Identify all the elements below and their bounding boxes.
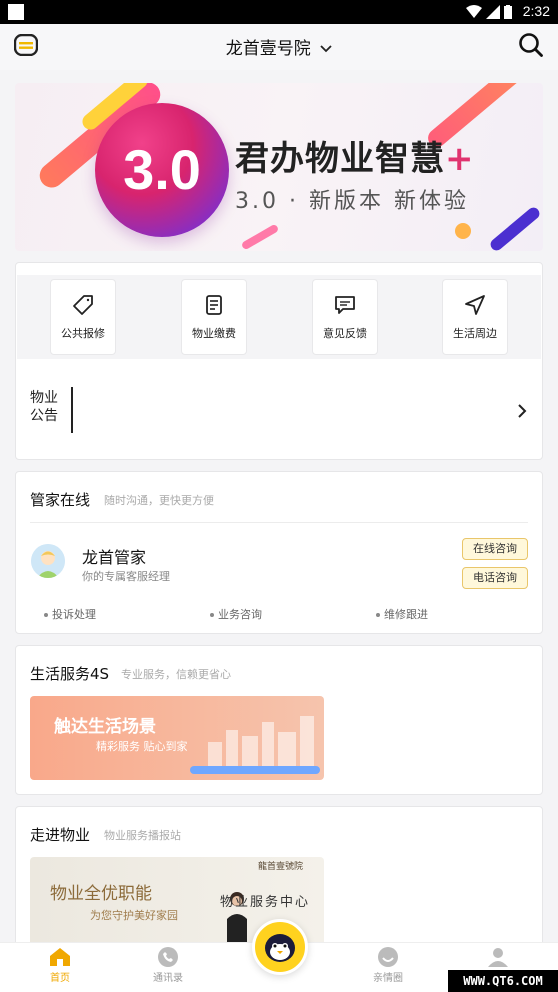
- quick-action-feedback[interactable]: 意见反馈: [312, 279, 378, 355]
- quick-action-label: 公共报修: [61, 327, 105, 340]
- tab-home[interactable]: 首页: [30, 947, 90, 984]
- tab-label: 首页: [50, 973, 70, 984]
- tab-label: 通讯录: [153, 973, 183, 984]
- center-action-button[interactable]: [252, 919, 308, 975]
- circle-icon: [378, 947, 398, 967]
- life-service-banner[interactable]: 触达生活场景 精彩服务 贴心到家: [30, 696, 324, 780]
- notice-label: 物业公告: [30, 390, 58, 424]
- quick-actions-card: 公共报修 物业缴费 意见反馈 生活周边 物业公告: [15, 262, 543, 460]
- banner-title: 触达生活场景: [54, 717, 156, 737]
- tab-contacts[interactable]: 通讯录: [138, 947, 198, 984]
- banner-title: 物业全优职能: [50, 884, 152, 904]
- notification-icon: [8, 4, 24, 20]
- section-subtitle: 专业服务，信赖更省心: [121, 668, 231, 681]
- home-icon: [50, 948, 70, 966]
- decor-phone: [190, 766, 320, 774]
- banner-subtitle: 为您守护美好家园: [90, 909, 178, 922]
- butler-name: 龙首管家: [82, 548, 147, 567]
- community-selector[interactable]: 龙首壹号院: [0, 34, 558, 59]
- divider: [30, 522, 528, 523]
- navigation-icon: [465, 295, 485, 315]
- status-bar: 2:32: [0, 0, 558, 24]
- chat-icon: [335, 296, 355, 314]
- site-watermark: WWW.QT6.COM: [448, 970, 558, 992]
- section-title: 走进物业: [30, 826, 91, 844]
- notice-divider: [71, 387, 73, 433]
- service-tag: 业务咨询: [210, 606, 262, 622]
- banner-subtitle: 精彩服务 贴心到家: [96, 740, 188, 753]
- service-tag: 维修跟进: [376, 606, 428, 622]
- wifi-icon: [466, 5, 482, 18]
- quick-action-label: 物业缴费: [192, 327, 236, 340]
- life-service-card: 生活服务4S 专业服务，信赖更省心 触达生活场景 精彩服务 贴心到家: [15, 645, 543, 795]
- decor-stripe: [488, 205, 542, 251]
- decor-stripe: [240, 223, 280, 251]
- phone-icon: [158, 947, 178, 967]
- banner-title: 君办物业智慧+: [235, 139, 475, 179]
- chevron-down-icon: [320, 45, 332, 53]
- user-icon: [488, 948, 508, 967]
- quick-action-repair[interactable]: 公共报修: [50, 279, 116, 355]
- section-subtitle: 随时沟通，更快更方便: [104, 494, 214, 507]
- banner-center-text: 物业服务中心: [220, 895, 311, 910]
- section-title: 生活服务4S: [30, 665, 110, 683]
- section-subtitle: 物业服务播报站: [104, 829, 181, 842]
- tab-family-circle[interactable]: 亲情圈: [358, 947, 418, 984]
- page-title: 龙首壹号院: [225, 39, 311, 59]
- bill-icon: [206, 295, 222, 315]
- mascot-icon: [265, 934, 295, 962]
- search-icon[interactable]: [518, 32, 544, 58]
- section-title: 管家在线: [30, 491, 91, 509]
- quick-action-label: 意见反馈: [323, 327, 367, 340]
- online-consult-button[interactable]: 在线咨询: [462, 538, 528, 560]
- quick-action-label: 生活周边: [453, 327, 497, 340]
- tab-label: 亲情圈: [373, 973, 403, 984]
- butler-card: 管家在线 随时沟通，更快更方便 龙首管家 你的专属客服经理 在线咨询 电话咨询 …: [15, 471, 543, 634]
- property-logo: 龍首壹號院: [258, 862, 304, 872]
- signal-icon: [486, 5, 500, 19]
- decor-building: [300, 716, 314, 772]
- phone-consult-button[interactable]: 电话咨询: [462, 567, 528, 589]
- butler-avatar-icon: [31, 544, 65, 578]
- avatar: [31, 544, 65, 578]
- promo-banner[interactable]: 3.0 君办物业智慧+ 3.0 · 新版本 新体验: [15, 83, 543, 251]
- decor-building: [262, 722, 274, 772]
- quick-action-nearby[interactable]: 生活周边: [442, 279, 508, 355]
- tag-icon: [73, 295, 93, 315]
- butler-desc: 你的专属客服经理: [82, 570, 170, 583]
- banner-subtitle: 3.0 · 新版本 新体验: [235, 189, 469, 214]
- decor-dot: [455, 223, 471, 239]
- battery-icon: [504, 5, 512, 19]
- app-header: 龙首壹号院: [0, 24, 558, 70]
- status-time: 2:32: [522, 3, 550, 19]
- version-badge: 3.0: [95, 103, 229, 237]
- quick-action-payment[interactable]: 物业缴费: [181, 279, 247, 355]
- tab-profile[interactable]: [468, 947, 528, 969]
- service-tag: 投诉处理: [44, 606, 96, 622]
- chevron-right-icon[interactable]: [516, 403, 528, 419]
